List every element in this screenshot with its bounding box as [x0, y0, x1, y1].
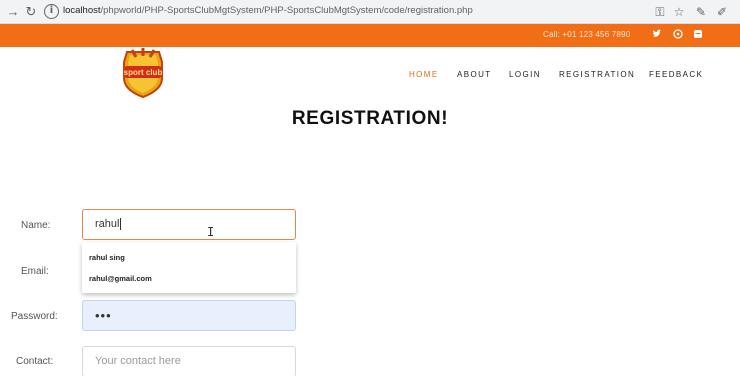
nav-registration[interactable]: REGISTRATION — [559, 70, 635, 79]
twitter-icon[interactable] — [651, 29, 663, 41]
contact-label: Contact: — [16, 356, 54, 367]
pinterest-icon[interactable] — [672, 29, 684, 41]
pen-icon[interactable]: ✎ — [693, 4, 709, 20]
url-host: localhost — [63, 5, 101, 16]
password-label: Password: — [11, 311, 58, 322]
back-arrow-icon[interactable]: → — [4, 3, 22, 21]
autocomplete-option[interactable]: rahul sing — [89, 253, 125, 262]
address-bar[interactable]: localhost/phpworld/PHP-SportsClubMgtSyst… — [63, 5, 473, 16]
password-input[interactable]: ••• — [82, 300, 296, 331]
autocomplete-option[interactable]: rahul@gmail.com — [89, 274, 152, 283]
reload-icon[interactable]: ↻ — [22, 3, 40, 21]
page-title: REGISTRATION! — [291, 108, 449, 129]
key-icon[interactable]: ⚿ — [652, 4, 668, 20]
nav-about[interactable]: ABOUT — [457, 70, 492, 79]
name-value: rahul — [95, 218, 120, 230]
contact-input[interactable]: Your contact here — [82, 346, 296, 376]
nav-login[interactable]: LOGIN — [509, 70, 541, 79]
nav-feedback[interactable]: FEEDBACK — [649, 70, 703, 79]
instagram-icon[interactable] — [692, 29, 704, 41]
password-value: ••• — [95, 308, 112, 323]
star-icon[interactable]: ☆ — [671, 4, 687, 20]
nav-home[interactable]: HOME — [409, 70, 439, 79]
text-caret — [120, 218, 122, 231]
top-contact-bar: Call: +01 123 456 7890 — [0, 24, 740, 47]
edit-icon[interactable]: ✐ — [714, 4, 730, 20]
sport-club-logo[interactable]: sport club — [121, 48, 165, 99]
site-info-icon[interactable]: i — [44, 4, 59, 19]
url-path: /phpworld/PHP-SportsClubMgtSystem/PHP-Sp… — [100, 5, 473, 16]
name-label: Name: — [21, 220, 51, 231]
contact-placeholder: Your contact here — [95, 355, 181, 367]
autocomplete-dropdown: rahul sing rahul@gmail.com — [82, 242, 296, 293]
email-label: Email: — [21, 266, 49, 277]
svg-text:sport club: sport club — [124, 68, 163, 77]
call-text: Call: +01 123 456 7890 — [543, 30, 631, 39]
name-input[interactable]: rahul — [82, 209, 296, 240]
browser-toolbar: → ↻ i localhost/phpworld/PHP-SportsClubM… — [0, 0, 740, 24]
text-cursor-icon: I — [207, 225, 215, 239]
